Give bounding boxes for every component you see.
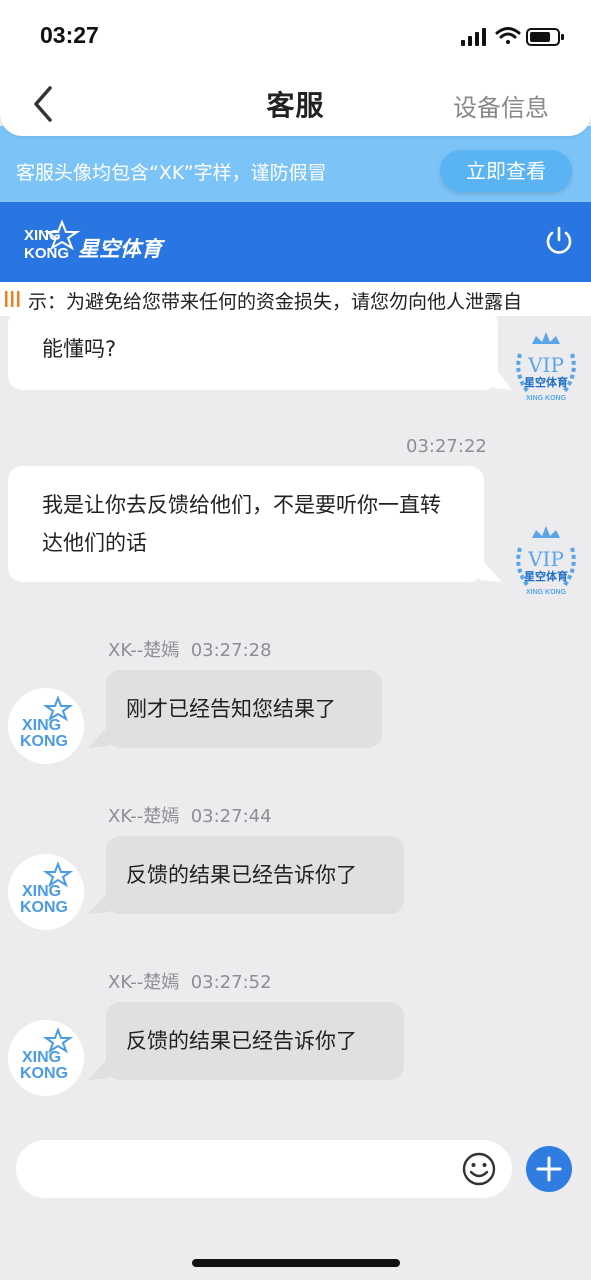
svg-text:KONG: KONG — [20, 899, 68, 916]
status-time: 03:27 — [40, 22, 99, 48]
svg-text:KONG: KONG — [20, 733, 68, 750]
bubble-tail — [88, 890, 110, 914]
agent-meta: XK--楚嫣 03:27:52 — [108, 968, 272, 994]
agent-message-bubble: 反馈的结果已经告诉你了 — [106, 1002, 404, 1080]
view-now-button[interactable]: 立即查看 — [440, 150, 572, 192]
home-indicator — [192, 1259, 400, 1267]
agent-message-bubble: 刚才已经告知您结果了 — [106, 670, 382, 748]
agent-avatar: XING KONG — [8, 1020, 84, 1096]
power-icon[interactable] — [542, 224, 576, 258]
message-text: 我是让你去反馈给他们，不是要听你一直转 — [42, 493, 441, 517]
wifi-icon — [495, 27, 521, 44]
agent-avatar: XING KONG — [8, 854, 84, 930]
user-message-bubble: 能懂吗? — [8, 316, 498, 390]
agent-avatar: XING KONG — [8, 688, 84, 764]
chat-list[interactable]: 能懂吗? VIP 星空体育 XING KONG 03:27:22 我是让你去反馈… — [0, 316, 591, 1124]
bubble-tail — [88, 724, 110, 748]
bubble-tail — [88, 1056, 110, 1080]
top-bar: 03:27 客服 设备信息 — [0, 0, 591, 136]
message-text: 刚才已经告知您结果了 — [126, 697, 336, 721]
svg-text:XING: XING — [24, 227, 61, 244]
svg-text:星空体育: 星空体育 — [78, 237, 166, 261]
add-attachment-button[interactable] — [526, 1146, 572, 1192]
speaker-icon — [4, 288, 24, 310]
user-message-bubble: 我是让你去反馈给他们，不是要听你一直转 达他们的话 — [8, 466, 484, 582]
agent-message-bubble: 反馈的结果已经告诉你了 — [106, 836, 404, 914]
notice-text: 客服头像均包含“XK”字样，谨防假冒 — [16, 162, 327, 184]
svg-text:星空体育: 星空体育 — [524, 375, 568, 389]
message-timestamp: 03:27:52 — [190, 972, 272, 993]
signal-icon — [461, 28, 486, 46]
agent-name: XK--楚嫣 — [108, 640, 180, 661]
svg-text:KONG: KONG — [20, 1065, 68, 1082]
device-info-button[interactable]: 设备信息 — [453, 88, 549, 123]
announcement-marquee: 示：为避免给您带来任何的资金损失，请您勿向他人泄露自 — [0, 282, 591, 316]
agent-meta: XK--楚嫣 03:27:28 — [108, 636, 272, 662]
svg-text:KONG: KONG — [24, 245, 69, 262]
svg-text:XING: XING — [22, 1049, 61, 1066]
agent-meta: XK--楚嫣 03:27:44 — [108, 802, 272, 828]
message-input[interactable] — [16, 1140, 512, 1198]
message-timestamp: 03:27:22 — [406, 436, 487, 457]
user-vip-avatar: VIP 星空体育 XING KONG — [506, 330, 586, 410]
svg-text:XING KONG: XING KONG — [526, 395, 567, 402]
plus-icon — [526, 1146, 572, 1192]
svg-text:VIP: VIP — [527, 353, 564, 377]
status-icons — [459, 24, 569, 50]
marquee-text: 示：为避免给您带来任何的资金损失，请您勿向他人泄露自 — [28, 291, 523, 313]
svg-text:XING KONG: XING KONG — [526, 589, 567, 596]
message-timestamp: 03:27:28 — [190, 640, 272, 661]
brand-logo: XING KONG 星空体育 — [22, 216, 172, 266]
message-text: 反馈的结果已经告诉你了 — [126, 1029, 357, 1053]
message-text: 能懂吗? — [42, 337, 117, 361]
svg-text:VIP: VIP — [527, 547, 564, 571]
agent-name: XK--楚嫣 — [108, 972, 180, 993]
svg-text:星空体育: 星空体育 — [524, 569, 568, 583]
emoji-icon[interactable] — [460, 1150, 498, 1188]
battery-icon — [526, 28, 564, 46]
composer-bar — [0, 1124, 591, 1280]
agent-name: XK--楚嫣 — [108, 806, 180, 827]
message-timestamp: 03:27:44 — [190, 806, 272, 827]
user-vip-avatar: VIP 星空体育 XING KONG — [506, 524, 586, 604]
svg-text:XING: XING — [22, 717, 61, 734]
svg-text:XING: XING — [22, 883, 61, 900]
brand-bar: XING KONG 星空体育 — [0, 202, 591, 282]
message-text: 达他们的话 — [42, 531, 147, 555]
message-text: 反馈的结果已经告诉你了 — [126, 863, 357, 887]
bubble-tail — [480, 558, 502, 582]
